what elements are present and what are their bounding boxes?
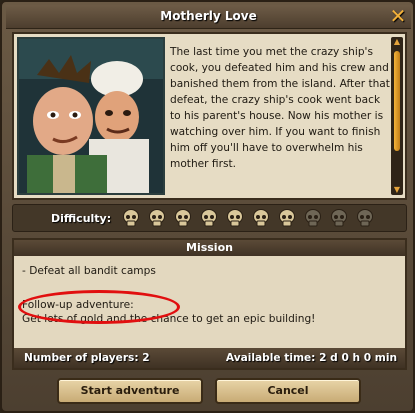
skull-icon — [277, 208, 297, 228]
dialog-title: Motherly Love — [160, 9, 257, 23]
mission-footer: Number of players: 2 Available time: 2 d… — [14, 348, 405, 368]
start-adventure-button[interactable]: Start adventure — [57, 378, 203, 404]
skull-icon — [355, 208, 375, 228]
story-text: The last time you met the crazy ship's c… — [170, 46, 390, 170]
scroll-up-icon[interactable]: ▲ — [391, 37, 403, 47]
story-panel: The last time you met the crazy ship's c… — [12, 32, 407, 200]
difficulty-row: Difficulty: — [12, 204, 407, 232]
mission-header: Mission — [14, 240, 405, 256]
cancel-button[interactable]: Cancel — [215, 378, 361, 404]
skull-icon — [121, 208, 141, 228]
title-bar: Motherly Love ✕ — [6, 5, 411, 29]
mission-panel: Mission - Defeat all bandit camps Follow… — [12, 238, 407, 370]
mission-objective: - Defeat all bandit camps — [22, 265, 156, 277]
scroll-thumb[interactable] — [394, 51, 400, 151]
difficulty-skulls — [121, 208, 375, 228]
adventure-dialog: Motherly Love ✕ The last time you met th… — [0, 0, 415, 413]
difficulty-label: Difficulty: — [51, 212, 112, 225]
skull-icon — [251, 208, 271, 228]
skull-icon — [303, 208, 323, 228]
scroll-down-icon[interactable]: ▼ — [391, 185, 403, 195]
skull-icon — [147, 208, 167, 228]
mission-body: - Defeat all bandit camps Follow-up adve… — [18, 264, 397, 325]
available-time: Available time: 2 d 0 h 0 min — [225, 352, 397, 364]
followup-title: Follow-up adventure: — [22, 299, 134, 311]
players-count: Number of players: 2 — [24, 352, 150, 364]
skull-icon — [199, 208, 219, 228]
followup-text: Get lots of gold and the chance to get a… — [22, 313, 316, 325]
skull-icon — [225, 208, 245, 228]
story-scrollbar[interactable]: ▲ ▼ — [391, 37, 403, 195]
portrait-illustration — [19, 39, 163, 193]
skull-icon — [329, 208, 349, 228]
close-icon[interactable]: ✕ — [387, 5, 409, 27]
two-characters-portrait — [17, 37, 165, 195]
skull-icon — [173, 208, 193, 228]
